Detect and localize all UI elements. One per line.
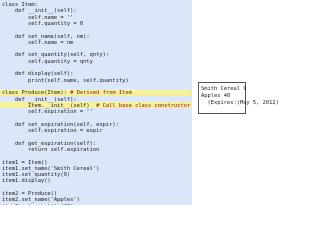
code-text: class Item: bbox=[2, 2, 38, 8]
code-text: self.quantity = qnty bbox=[2, 58, 93, 65]
code-line: self.expiration = expir bbox=[2, 128, 103, 134]
output-line: (Expires:(May 5, 2012) bbox=[201, 100, 279, 106]
code-line: self.expiration = '' bbox=[2, 109, 93, 115]
code-text: def __init__(self): bbox=[2, 8, 77, 15]
code-text: def display(self): bbox=[2, 71, 74, 78]
code-line: self.quantity = 0 bbox=[2, 21, 83, 27]
code-text: item1.display() bbox=[2, 178, 51, 185]
code-text: item1.set_name('Smith Cereal') bbox=[2, 165, 100, 172]
code-text: self.expiration = expir bbox=[2, 128, 103, 134]
code-text: self.expiration = '' bbox=[2, 109, 93, 116]
code-text: Item.__init__(self) bbox=[2, 102, 97, 109]
code-line: print(self.name, self.quantity) bbox=[2, 78, 129, 84]
code-comment: # Call base class constructor bbox=[96, 102, 191, 109]
code-line: self.quantity = qnty bbox=[2, 59, 93, 65]
code-text: self.name = '' bbox=[2, 14, 74, 21]
code-text: return self.expiration bbox=[2, 146, 100, 153]
code-text: def get_expiration(self): bbox=[2, 140, 97, 147]
code-line: self.name = nm bbox=[2, 40, 73, 46]
code-line: return self.expiration bbox=[2, 147, 99, 153]
code-editor[interactable]: class Item: def __init__(self): self.nam… bbox=[0, 0, 192, 205]
code-text: item1 = Item() bbox=[2, 159, 48, 166]
code-text: item1.set_quantity(9) bbox=[2, 172, 71, 179]
code-text: item2.set_quantity(40) bbox=[2, 204, 73, 205]
code-text: def set_quantity(self, qnty): bbox=[2, 52, 110, 59]
code-line: item1.display() bbox=[2, 178, 51, 184]
code-text: class Produce(Item): bbox=[2, 90, 71, 97]
code-comment: # Derived from Item bbox=[70, 90, 132, 97]
code-text: def __init__(self): bbox=[2, 96, 77, 103]
code-text: item2 = Produce() bbox=[2, 191, 58, 197]
output-console: Smith Cereal 9 Apples 40 (Expires:(May 5… bbox=[198, 82, 279, 114]
output-line: Smith Cereal 9 bbox=[201, 86, 247, 92]
output-line: Apples 40 bbox=[201, 93, 231, 99]
code-text: def set_name(self, nm): bbox=[2, 33, 90, 40]
code-text: item2.set_name('Apples') bbox=[2, 197, 80, 204]
code-text: self.quantity = 0 bbox=[2, 20, 84, 27]
code-text: print(self.name, self.quantity) bbox=[2, 77, 129, 84]
code-text: self.name = nm bbox=[2, 39, 74, 46]
code-text: def set_expiration(self, expir): bbox=[2, 121, 119, 128]
code-line: item2.set_quantity(40) bbox=[2, 204, 73, 205]
